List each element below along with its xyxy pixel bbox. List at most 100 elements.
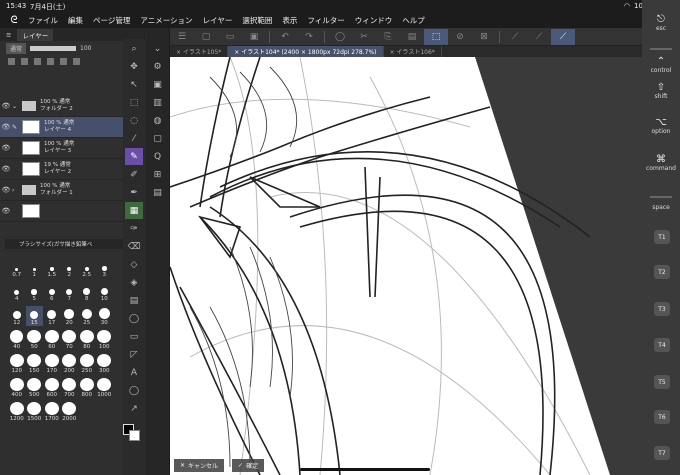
brush-size-option[interactable]: 10 xyxy=(96,282,114,302)
brush-size-option[interactable]: 1700 xyxy=(43,402,61,422)
brush-size-option[interactable]: 7 xyxy=(61,282,79,302)
chevron-down-icon[interactable]: ⌄ xyxy=(12,103,22,110)
zoom-icon[interactable]: ⌕ xyxy=(125,40,143,57)
color-circle-icon[interactable]: ◍ xyxy=(149,112,167,129)
select-icon[interactable]: ⬚ xyxy=(125,94,143,111)
command-key[interactable]: ⌘ command xyxy=(642,154,680,172)
clear-icon[interactable]: ◯ xyxy=(328,29,352,45)
eyedropper-icon[interactable]: ⁄ xyxy=(125,130,143,147)
cancel-button[interactable]: ✕ キャンセル xyxy=(174,458,225,472)
menu-view[interactable]: 表示 xyxy=(282,15,297,26)
brush-size-option[interactable]: 2.5 xyxy=(78,258,96,278)
brush-size-option[interactable]: 4 xyxy=(8,282,26,302)
brush-size-option[interactable]: 70 xyxy=(61,330,79,350)
menu-window[interactable]: ウィンドウ xyxy=(355,15,393,26)
brush-size-option[interactable]: 1200 xyxy=(8,402,26,422)
undo-icon[interactable]: ↶ xyxy=(273,29,297,45)
correct-line-icon[interactable]: ↗ xyxy=(125,400,143,417)
brush-size-option[interactable]: 50 xyxy=(26,330,44,350)
balloon-icon[interactable]: ◯ xyxy=(125,382,143,399)
brush-size-option[interactable]: 5 xyxy=(26,282,44,302)
mask-icon[interactable] xyxy=(47,57,54,65)
lasso-icon[interactable]: ◌ xyxy=(125,112,143,129)
t2-key[interactable]: T2 xyxy=(654,265,670,279)
paste-icon[interactable]: ▤ xyxy=(400,29,424,45)
copy-icon[interactable]: ⎘ xyxy=(376,29,400,45)
brush-size-option[interactable]: 120 xyxy=(8,354,26,374)
blend-mode-select[interactable]: 通常 xyxy=(6,42,27,54)
brush-size-option[interactable]: 2 xyxy=(61,258,79,278)
move-icon[interactable]: ✥ xyxy=(125,58,143,75)
t7-key[interactable]: T7 xyxy=(654,446,670,460)
gradient-icon[interactable]: ▤ xyxy=(125,292,143,309)
menu-layer[interactable]: レイヤー xyxy=(203,15,233,26)
brush-size-option[interactable]: 600 xyxy=(43,378,61,398)
brush-size-option[interactable]: 40 xyxy=(8,330,26,350)
brush-size-option[interactable]: 80 xyxy=(78,330,96,350)
text-icon[interactable]: A xyxy=(125,364,143,381)
brush-size-icon[interactable]: ▥ xyxy=(149,94,167,111)
eye-icon[interactable]: 👁 xyxy=(0,165,12,173)
brush-size-option[interactable]: 1 xyxy=(26,258,44,278)
eye-icon[interactable]: 👁 xyxy=(0,186,12,194)
brush-size-option[interactable]: 500 xyxy=(26,378,44,398)
menu-file[interactable]: ファイル xyxy=(28,15,58,26)
search-icon[interactable]: Q xyxy=(149,148,167,165)
invert-selection-icon[interactable]: ⊠ xyxy=(472,29,496,45)
fill-icon[interactable]: ◈ xyxy=(125,274,143,291)
ok-button[interactable]: ✓ 確定 xyxy=(232,458,265,472)
canvas-area[interactable] xyxy=(170,57,642,475)
brush-size-option[interactable]: 12 xyxy=(8,306,26,326)
pencil-icon[interactable]: ✐ xyxy=(125,166,143,183)
transform-icon[interactable]: ⬚ xyxy=(424,28,448,45)
t5-key[interactable]: T5 xyxy=(654,375,670,389)
ruler-icon[interactable]: ◸ xyxy=(125,346,143,363)
airbrush-icon[interactable]: ▦ xyxy=(125,202,143,219)
layer-property-icon[interactable]: ⊞ xyxy=(149,166,167,183)
decoration-icon[interactable]: ✑ xyxy=(125,220,143,237)
eye-icon[interactable]: 👁 xyxy=(0,123,12,131)
cut-icon[interactable]: ✂ xyxy=(352,29,376,45)
option-key[interactable]: ⌥ option xyxy=(642,117,680,135)
collapse-icon[interactable]: ⌄ xyxy=(149,40,167,57)
menu-edit[interactable]: 編集 xyxy=(68,15,83,26)
t6-key[interactable]: T6 xyxy=(654,410,670,424)
brush-size-option[interactable]: 30 xyxy=(96,306,114,326)
brush-size-option[interactable]: 25 xyxy=(78,306,96,326)
open-icon[interactable]: ▭ xyxy=(218,29,242,45)
brush-size-option[interactable]: 1000 xyxy=(96,378,114,398)
tool-property-icon[interactable]: ⚙ xyxy=(149,58,167,75)
brush-size-option[interactable]: 0.7 xyxy=(8,258,26,278)
new-icon[interactable]: ▢ xyxy=(194,29,218,45)
tab-illust-105[interactable]: × イラスト105* xyxy=(170,46,229,57)
brush-size-option[interactable]: 60 xyxy=(43,330,61,350)
redo-icon[interactable]: ↷ xyxy=(297,29,321,45)
snap-ruler-icon[interactable]: ⟋ xyxy=(503,29,527,45)
menu-filter[interactable]: フィルター xyxy=(307,15,344,26)
trash-icon[interactable] xyxy=(73,57,80,65)
brush-size-option[interactable]: 250 xyxy=(78,354,96,374)
esc-key[interactable]: ⎋ esc xyxy=(642,14,680,32)
navigator-icon[interactable]: ▢ xyxy=(149,130,167,147)
menu-icon[interactable]: ☰ xyxy=(170,29,194,45)
history-icon[interactable]: ▤ xyxy=(149,184,167,201)
brush-icon[interactable]: ✒ xyxy=(125,184,143,201)
brush-size-option[interactable]: 1500 xyxy=(26,402,44,422)
deselect-icon[interactable]: ⊘ xyxy=(448,29,472,45)
app-logo-icon[interactable]: ᘓ xyxy=(0,15,28,26)
figure-icon[interactable]: ◯ xyxy=(125,310,143,327)
clip-icon[interactable] xyxy=(21,57,28,65)
reference-icon[interactable] xyxy=(34,57,41,65)
frame-icon[interactable]: ▭ xyxy=(125,328,143,345)
brush-size-option[interactable]: 6 xyxy=(43,282,61,302)
eye-icon[interactable]: 👁 xyxy=(0,102,12,110)
brush-size-option[interactable]: 1.5 xyxy=(43,258,61,278)
brush-size-option[interactable]: 700 xyxy=(61,378,79,398)
t1-key[interactable]: T1 xyxy=(654,230,670,244)
snap-special-icon[interactable]: ⟋ xyxy=(527,29,551,45)
tab-illust-106[interactable]: × イラスト106* xyxy=(384,46,442,57)
brush-size-option[interactable]: 100 xyxy=(96,330,114,350)
chevron-right-icon[interactable]: › xyxy=(12,187,22,194)
panel-menu-icon[interactable]: ≡ xyxy=(6,31,11,39)
t4-key[interactable]: T4 xyxy=(654,338,670,352)
